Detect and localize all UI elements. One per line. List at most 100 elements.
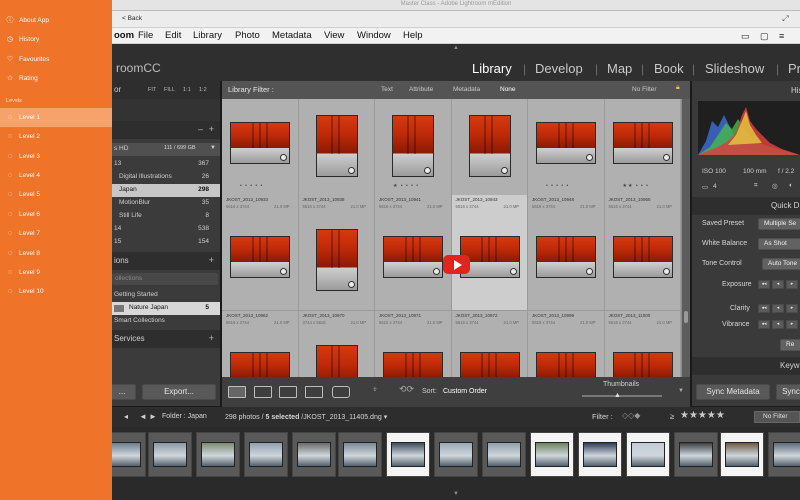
menu-library[interactable]: Library: [193, 30, 222, 41]
photo-thumbnail[interactable]: [315, 345, 358, 377]
spot-icon[interactable]: ◎: [772, 182, 778, 190]
folder-row[interactable]: MotionBlur 35: [112, 197, 220, 210]
drawer-level-7[interactable]: ◌ Level 7: [0, 224, 112, 243]
photo-thumbnail[interactable]: [315, 229, 358, 291]
thumbnail-slider-knob[interactable]: ▲: [614, 392, 621, 399]
zoom-1-1[interactable]: 1:1: [183, 87, 191, 93]
drive-row[interactable]: s HD 111 / 699 GB ▼: [112, 143, 220, 156]
module-slideshow[interactable]: Slideshow: [705, 61, 764, 76]
photo-thumbnail[interactable]: [612, 352, 673, 377]
photo-thumbnail[interactable]: [383, 352, 444, 377]
filter-tab-text[interactable]: Text: [381, 86, 393, 93]
lock-icon[interactable]: 🔒︎: [676, 84, 680, 92]
drawer-level-4[interactable]: ◌ Level 4: [0, 166, 112, 185]
fullscreen-icon[interactable]: ⤢: [780, 14, 791, 24]
grid-cell[interactable]: • • • • •: [528, 99, 605, 197]
collections-filter-input[interactable]: ollections: [112, 273, 218, 285]
clarity-increase[interactable]: ▸: [786, 304, 798, 313]
grid-cell[interactable]: • • • • •JKOST_2013_109715616 x 374421.0…: [375, 311, 452, 377]
grid-cell[interactable]: • • • • •JKOST_2013_110005616 x 374421.0…: [604, 311, 681, 377]
menu-edit[interactable]: Edit: [165, 30, 181, 41]
previous-arrow-icon[interactable]: ◄: [139, 412, 147, 421]
folders-header[interactable]: – +: [112, 121, 220, 139]
spray-can-icon[interactable]: ⍖: [372, 384, 378, 395]
photo-thumbnail[interactable]: [230, 122, 291, 164]
remove-folder-icon[interactable]: –: [198, 124, 203, 134]
filmstrip-thumbnail[interactable]: [482, 432, 526, 477]
drawer-level-3[interactable]: ◌ Level 3: [0, 147, 112, 166]
folder-row[interactable]: 13 367: [112, 158, 220, 171]
menu-app[interactable]: oom: [114, 30, 134, 41]
collection-row[interactable]: Smart Collections: [112, 315, 220, 328]
photo-thumbnail[interactable]: [612, 236, 673, 278]
collections-header[interactable]: ions +: [112, 252, 220, 270]
filter-preset-select[interactable]: No Filter: [632, 86, 657, 93]
grid-cell[interactable]: JKOST_2013_10955 5616 x 3744 21.0 MP: [604, 195, 681, 311]
collection-row[interactable]: Getting Started: [112, 289, 220, 302]
grid-cell[interactable]: ★★ • • •: [604, 99, 681, 197]
menu-help[interactable]: Help: [403, 30, 423, 41]
toolbar-menu-arrow-icon[interactable]: ▼: [678, 388, 684, 394]
menu-metadata[interactable]: Metadata: [272, 30, 312, 41]
filmstrip-thumbnail[interactable]: [578, 432, 622, 477]
collapse-bottom-arrow-icon[interactable]: ▼: [453, 491, 459, 497]
exposure-decrease[interactable]: ◂: [772, 280, 784, 289]
grid-cell[interactable]: [298, 99, 375, 197]
rating-filter-stars[interactable]: ★★★★★: [680, 410, 725, 421]
scrollbar-thumb[interactable]: [684, 311, 688, 323]
sync-metadata-button[interactable]: Sync Metadata: [696, 384, 770, 400]
rating-stars[interactable]: ★ • • • •: [393, 183, 419, 189]
grid-cell[interactable]: JKOST_2013_10943 5616 x 3744 21.0 MP: [451, 195, 528, 311]
filmstrip-thumbnail[interactable]: [530, 432, 574, 477]
filmstrip-thumbnail[interactable]: [386, 432, 430, 477]
exposure-decrease-large[interactable]: ◂◂: [758, 280, 770, 289]
filter-tab-attribute[interactable]: Attribute: [409, 86, 433, 93]
filename-dropdown-icon[interactable]: ▾: [384, 414, 388, 421]
filmstrip-source[interactable]: Folder : Japan: [162, 413, 207, 420]
photo-thumbnail[interactable]: [230, 236, 291, 278]
module-map[interactable]: Map: [607, 61, 632, 76]
sort-select[interactable]: Custom Order: [443, 388, 487, 395]
drawer-level-5[interactable]: ◌ Level 5: [0, 185, 112, 204]
collapse-top-arrow-icon[interactable]: ▲: [453, 45, 459, 51]
clarity-decrease[interactable]: ◂: [772, 304, 784, 313]
drawer-item-about[interactable]: ⓘ About App: [0, 11, 112, 30]
drive-disclosure-icon[interactable]: ▼: [210, 145, 216, 151]
module-book[interactable]: Book: [654, 61, 684, 76]
collection-row-selected[interactable]: Nature Japan 5: [112, 302, 220, 315]
vibrance-decrease[interactable]: ◂: [772, 320, 784, 329]
drawer-level-10[interactable]: ◌ Level 10: [0, 282, 112, 301]
add-folder-icon[interactable]: +: [209, 124, 214, 134]
folder-row[interactable]: Still Life 8: [112, 210, 220, 223]
zoom-fit[interactable]: FIT: [148, 87, 156, 93]
filmstrip-thumbnail[interactable]: [626, 432, 670, 477]
rotate-icon[interactable]: ⟲⟳: [399, 384, 414, 395]
filmstrip-thumbnail[interactable]: [674, 432, 718, 477]
white-balance-select[interactable]: As Shot: [758, 238, 800, 250]
zoom-fill[interactable]: FILL: [164, 87, 175, 93]
photo-thumbnail[interactable]: [536, 236, 597, 278]
vibrance-decrease-large[interactable]: ◂◂: [758, 320, 770, 329]
survey-view-icon[interactable]: [305, 386, 323, 398]
display-icon[interactable]: ▢: [760, 31, 769, 42]
navigator-header[interactable]: or FIT FILL 1:1 1:2: [112, 81, 220, 99]
grid-cell[interactable]: • • • • •JKOST_2013_109995616 x 374421.0…: [528, 311, 605, 377]
grid-view-icon[interactable]: [228, 386, 246, 398]
drawer-level-1[interactable]: ◌ Level 1: [0, 108, 112, 127]
photo-thumbnail[interactable]: [459, 352, 520, 377]
filmstrip-filter-select[interactable]: No Filter: [754, 411, 800, 423]
grid-cell[interactable]: JKOST_2013_10941 5616 x 3744 21.0 MP: [375, 195, 452, 311]
module-develop[interactable]: Develop: [535, 61, 583, 76]
grid-cell[interactable]: • • • • •JKOST_2013_109625616 x 374421.0…: [222, 311, 299, 377]
grid-cell[interactable]: JKOST_2013_10933 5616 x 3744 21.0 MP: [222, 195, 299, 311]
grid-scrollbar[interactable]: [682, 99, 690, 377]
filmstrip-thumbnail[interactable]: [434, 432, 478, 477]
folder-row-selected[interactable]: Japan 298: [112, 184, 220, 197]
drawer-level-2[interactable]: ◌ Level 2: [0, 127, 112, 146]
drawer-item-rating[interactable]: ☆ Rating: [0, 69, 112, 88]
grid-cell[interactable]: JKOST_2013_10948 5616 x 3744 21.0 MP: [528, 195, 605, 311]
saved-preset-select[interactable]: Multiple Se: [758, 218, 800, 230]
drawer-item-history[interactable]: ◷ History: [0, 30, 112, 49]
auto-tone-button[interactable]: Auto Tone: [762, 258, 800, 270]
folder-row[interactable]: Digital Illustrations 26: [112, 171, 220, 184]
